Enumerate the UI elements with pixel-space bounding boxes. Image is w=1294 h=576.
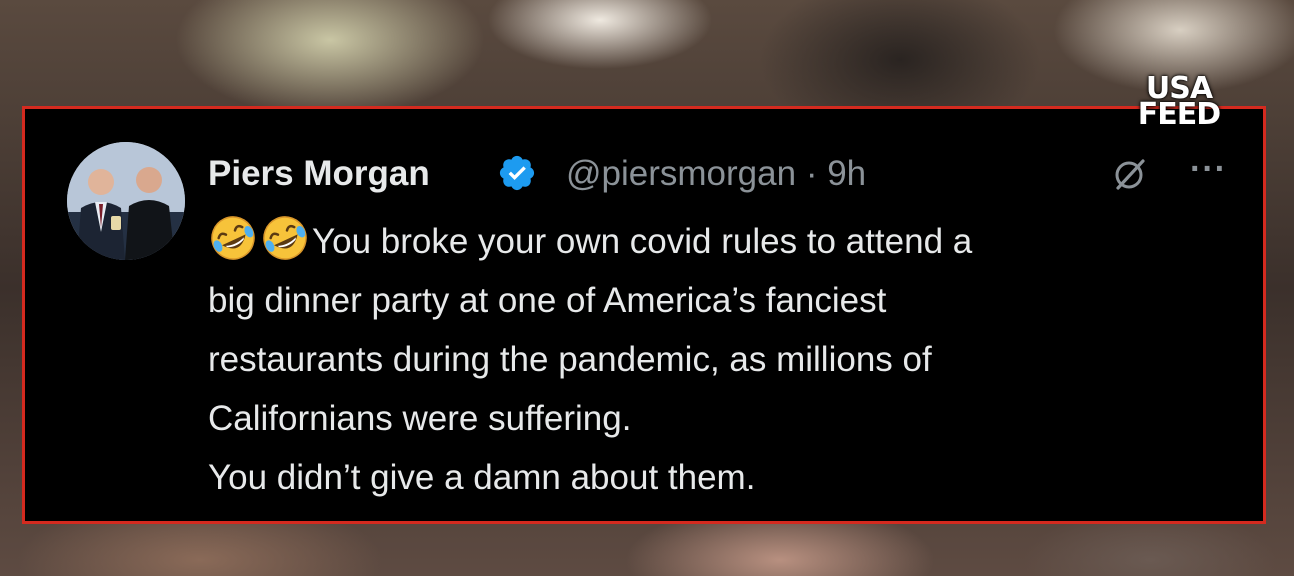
tweet-line-2: big dinner party at one of America’s fan…	[208, 281, 887, 320]
logo-line-2: FEED	[1137, 97, 1221, 132]
verified-badge-icon	[499, 155, 535, 191]
tweet-line-text: You broke your own covid rules to attend…	[312, 222, 973, 261]
tweet-meta: @piersmorgan · 9h	[566, 154, 866, 194]
tweet-line-5: You didn’t give a damn about them.	[208, 458, 756, 497]
tweet-line-1: You broke your own covid rules to attend…	[208, 212, 1248, 271]
meta-separator: ·	[805, 154, 818, 193]
author-handle[interactable]: @piersmorgan	[566, 154, 796, 193]
more-options-icon[interactable]: ···	[1190, 150, 1227, 189]
tweet-line-4: Californians were suffering.	[208, 399, 632, 438]
author-name[interactable]: Piers Morgan	[208, 154, 430, 194]
tweet-time[interactable]: 9h	[827, 154, 866, 193]
grok-icon[interactable]	[1112, 156, 1148, 192]
avatar-image	[67, 142, 185, 260]
avatar[interactable]	[67, 142, 185, 260]
rolling-on-floor-laughing-icon	[263, 216, 307, 260]
tweet-line-3: restaurants during the pandemic, as mill…	[208, 340, 932, 379]
tweet-text: You broke your own covid rules to attend…	[208, 212, 1248, 507]
usa-feed-logo: USA FEED	[1134, 74, 1224, 132]
rolling-on-floor-laughing-icon	[211, 216, 255, 260]
